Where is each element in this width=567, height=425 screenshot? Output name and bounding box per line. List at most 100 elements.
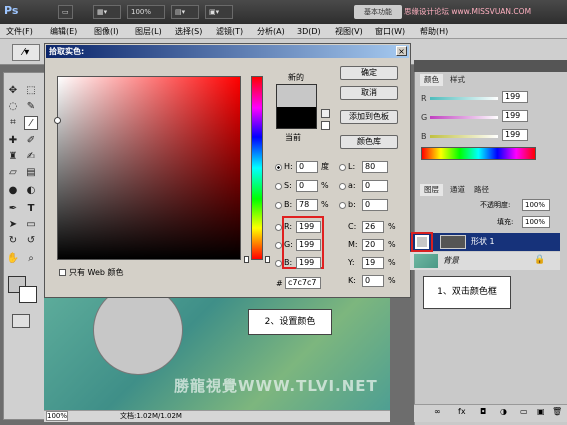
tab-styles[interactable]: 样式 (446, 74, 469, 86)
menu-help[interactable]: 帮助(H) (420, 26, 448, 37)
quick-select-tool-icon[interactable]: ✎ (24, 100, 38, 114)
a-input[interactable]: 0 (362, 180, 388, 192)
zoom-level-dropdown[interactable]: 100% (127, 5, 165, 19)
ok-button[interactable]: 确定 (340, 66, 398, 80)
eyedropper-tool-icon[interactable]: ⁄ (24, 116, 38, 130)
b-input[interactable]: 78 (296, 199, 318, 211)
current-color-swatch[interactable] (276, 107, 317, 129)
history-brush-tool-icon[interactable]: ✍ (24, 150, 38, 164)
menu-select[interactable]: 选择(S) (175, 26, 202, 37)
r-radio[interactable] (275, 224, 282, 231)
status-zoom[interactable]: 100% (46, 411, 68, 421)
hex-input[interactable]: c7c7c7 (285, 277, 321, 289)
l-input[interactable]: 80 (362, 161, 388, 173)
menu-3d[interactable]: 3D(D) (297, 26, 321, 37)
background-color-swatch[interactable] (19, 286, 37, 303)
menu-view[interactable]: 视图(V) (335, 26, 363, 37)
r-input[interactable]: 199 (296, 221, 321, 233)
add-mask-icon[interactable]: ◘ (480, 407, 486, 416)
pen-tool-icon[interactable]: ✒ (6, 202, 20, 216)
link-layers-icon[interactable]: ∞ (434, 407, 441, 416)
m-input[interactable]: 20 (362, 239, 384, 251)
dodge-tool-icon[interactable]: ◐ (24, 184, 38, 198)
menu-window[interactable]: 窗口(W) (375, 26, 405, 37)
quick-mask-icon[interactable] (12, 314, 30, 328)
tab-color[interactable]: 颜色 (420, 74, 443, 86)
3d-orbit-tool-icon[interactable]: ↺ (24, 234, 38, 248)
b-radio[interactable] (275, 202, 282, 209)
workspace-switcher[interactable]: 基本功能 (354, 5, 402, 19)
out-of-gamut-warning-icon[interactable] (321, 109, 330, 118)
opacity-input[interactable]: 100% (522, 199, 550, 211)
h-input[interactable]: 0 (296, 161, 318, 173)
3d-rotate-tool-icon[interactable]: ↻ (6, 234, 20, 248)
color-b-value[interactable]: 199 (502, 129, 528, 141)
bridge-button[interactable]: ▭ (58, 5, 73, 19)
healing-tool-icon[interactable]: ✚ (6, 134, 20, 148)
s-input[interactable]: 0 (296, 180, 318, 192)
type-tool-icon[interactable]: T (24, 202, 38, 216)
y-input[interactable]: 19 (362, 257, 384, 269)
adjustment-layer-icon[interactable]: ◑ (500, 407, 507, 416)
menu-layer[interactable]: 图层(L) (135, 26, 162, 37)
k-input[interactable]: 0 (362, 275, 384, 287)
eyedropper-preset-icon[interactable]: ⁄▾ (12, 44, 40, 61)
saturation-brightness-field[interactable] (57, 76, 241, 260)
h-radio[interactable] (275, 164, 282, 171)
color-spectrum-bar[interactable] (421, 147, 536, 160)
clone-stamp-tool-icon[interactable]: ♜ (6, 150, 20, 164)
blue-input[interactable]: 199 (296, 257, 321, 269)
hue-slider[interactable] (251, 76, 263, 260)
screen-mode-button[interactable]: ▣▾ (205, 5, 233, 19)
menu-file[interactable]: 文件(F) (6, 26, 33, 37)
tab-paths[interactable]: 路径 (470, 184, 493, 196)
color-libraries-button[interactable]: 颜色库 (340, 135, 398, 149)
trash-icon[interactable]: 🗑 (552, 407, 562, 416)
field-picker-circle[interactable] (54, 117, 61, 124)
shape-tool-icon[interactable]: ▭ (24, 218, 38, 232)
g-input[interactable]: 199 (296, 239, 321, 251)
blue-radio[interactable] (275, 260, 282, 267)
lab-b-radio[interactable] (339, 202, 346, 209)
menu-filter[interactable]: 滤镜(T) (216, 26, 243, 37)
hand-tool-icon[interactable]: ✋ (6, 252, 20, 266)
marquee-tool-icon[interactable]: ⬚ (24, 84, 38, 98)
a-radio[interactable] (339, 183, 346, 190)
tab-layers[interactable]: 图层 (420, 184, 443, 196)
view-extras-button[interactable]: ▦▾ (93, 5, 121, 19)
color-r-slider[interactable] (430, 97, 498, 100)
add-to-swatches-button[interactable]: 添加到色板 (340, 110, 398, 124)
move-tool-icon[interactable]: ✥ (6, 84, 20, 98)
s-radio[interactable] (275, 183, 282, 190)
hue-slider-right-handle[interactable] (265, 256, 270, 263)
close-icon[interactable]: × (396, 46, 407, 56)
arrange-documents-button[interactable]: ▤▾ (171, 5, 199, 19)
menu-analysis[interactable]: 分析(A) (257, 26, 285, 37)
lab-b-input[interactable]: 0 (362, 199, 388, 211)
color-r-value[interactable]: 199 (502, 91, 528, 103)
gradient-tool-icon[interactable]: ▤ (24, 166, 38, 180)
color-g-value[interactable]: 199 (502, 110, 528, 122)
color-g-slider[interactable] (430, 116, 498, 119)
hue-slider-left-handle[interactable] (244, 256, 249, 263)
crop-tool-icon[interactable]: ⌗ (6, 116, 20, 130)
c-input[interactable]: 26 (362, 221, 384, 233)
blur-tool-icon[interactable]: ● (6, 184, 20, 198)
color-b-slider[interactable] (430, 135, 498, 138)
tab-channels[interactable]: 通道 (446, 184, 469, 196)
l-radio[interactable] (339, 164, 346, 171)
web-safe-cube-icon[interactable] (321, 121, 330, 130)
lasso-tool-icon[interactable]: ◌ (6, 100, 20, 114)
eraser-tool-icon[interactable]: ▱ (6, 166, 20, 180)
menu-edit[interactable]: 编辑(E) (50, 26, 77, 37)
path-select-tool-icon[interactable]: ➤ (6, 218, 20, 232)
fill-input[interactable]: 100% (522, 216, 550, 228)
menu-image[interactable]: 图像(I) (94, 26, 119, 37)
new-group-icon[interactable]: ▭ (520, 407, 528, 416)
g-radio[interactable] (275, 242, 282, 249)
cancel-button[interactable]: 取消 (340, 86, 398, 100)
new-layer-icon[interactable]: ▣ (537, 407, 545, 416)
zoom-tool-icon[interactable]: ⌕ (24, 252, 38, 266)
web-colors-checkbox[interactable] (59, 269, 66, 276)
brush-tool-icon[interactable]: ✐ (24, 134, 38, 148)
